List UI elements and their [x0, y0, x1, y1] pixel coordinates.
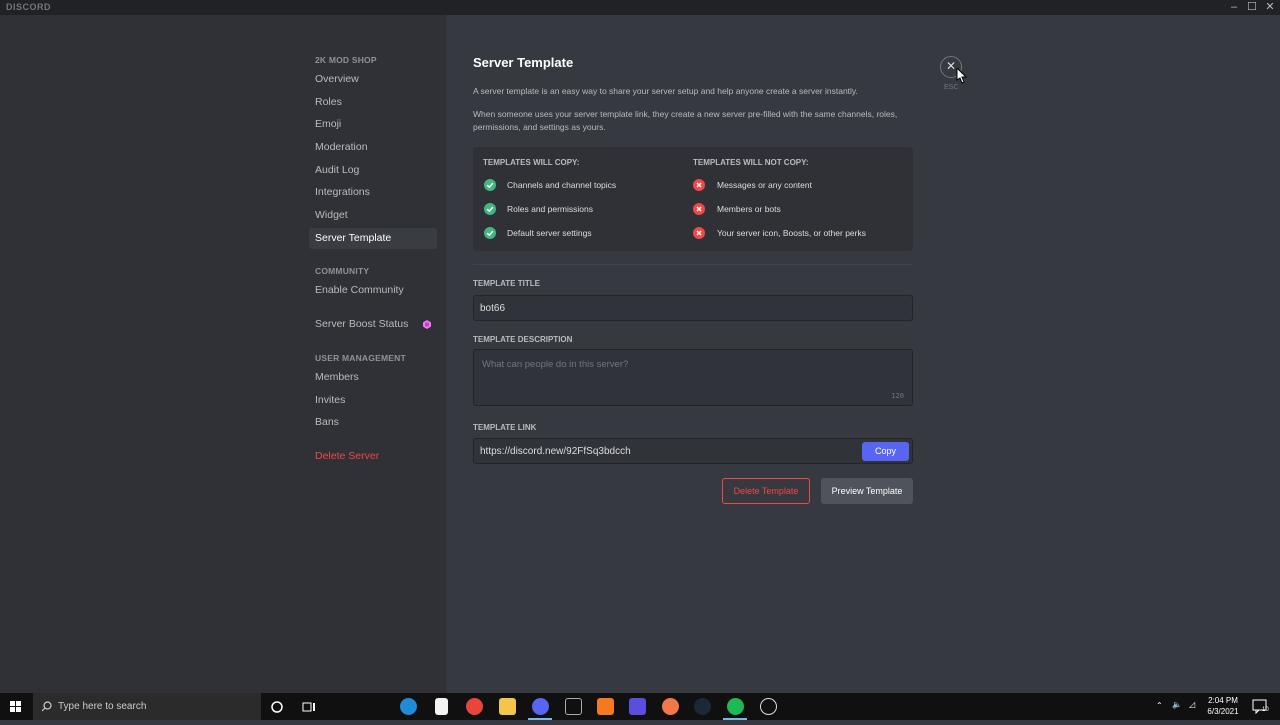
character-counter: 120 [891, 392, 904, 400]
file-icon[interactable] [435, 698, 448, 715]
sidebar-item-roles[interactable]: Roles [309, 92, 437, 113]
template-detail-text: When someone uses your server template l… [473, 109, 898, 132]
discord-icon[interactable] [532, 698, 549, 715]
x-icon [693, 203, 705, 215]
chrome-icon[interactable] [466, 698, 483, 715]
taskbar-clock[interactable]: 2:04 PM 6/3/2021 [1200, 695, 1246, 717]
obs-icon[interactable] [760, 698, 777, 715]
sidebar-item-integrations[interactable]: Integrations [309, 182, 437, 203]
epic-games-icon[interactable] [565, 698, 582, 715]
sidebar-item-label: Server Boost Status [315, 318, 409, 330]
will-not-copy-item: Messages or any content [717, 180, 812, 190]
will-not-copy-heading: TEMPLATES WILL NOT COPY: [693, 158, 809, 167]
windows-logo-icon [10, 701, 21, 712]
app-brand: DISCORD [6, 2, 52, 12]
window-close-icon[interactable]: ✕ [1261, 0, 1279, 15]
sidebar-item-delete-server[interactable]: Delete Server [309, 446, 437, 467]
x-icon [693, 179, 705, 191]
network-icon[interactable]: ◿ [1189, 700, 1195, 709]
sidebar-item-widget[interactable]: Widget [309, 205, 437, 226]
preview-template-button[interactable]: Preview Template [821, 478, 913, 504]
copy-link-button[interactable]: Copy [862, 442, 909, 461]
check-icon [484, 203, 496, 215]
windows-taskbar: Type here to search ⌃ 🔈 ◿ 2:04 PM 6/3/20… [0, 693, 1280, 720]
delete-template-button[interactable]: Delete Template [722, 478, 810, 504]
steam-icon[interactable] [694, 698, 711, 715]
will-copy-item: Channels and channel topics [507, 180, 617, 190]
community-header: COMMUNITY [315, 266, 370, 276]
search-placeholder: Type here to search [58, 701, 147, 712]
will-not-copy-item: Members or bots [717, 204, 781, 214]
volume-icon[interactable]: 🔈 [1172, 700, 1182, 709]
will-copy-heading: TEMPLATES WILL COPY: [483, 158, 580, 167]
sidebar-item-invites[interactable]: Invites [309, 390, 437, 411]
template-link-text: https://discord.new/92FfSq3bdcch [480, 446, 631, 457]
template-link-field[interactable]: https://discord.new/92FfSq3bdcch Copy [473, 438, 913, 464]
sidebar-item-enable-community[interactable]: Enable Community [309, 280, 437, 301]
maximize-icon[interactable]: ☐ [1243, 0, 1261, 15]
boost-gem-icon [423, 320, 431, 329]
taskbar-search-box[interactable]: Type here to search [33, 693, 261, 720]
minimize-icon[interactable]: – [1225, 0, 1243, 15]
sidebar-item-members[interactable]: Members [309, 367, 437, 388]
section-divider [473, 264, 913, 265]
webstorm-icon[interactable] [629, 698, 646, 715]
sidebar-item-audit-log[interactable]: Audit Log [309, 160, 437, 181]
server-name-header: 2K MOD SHOP [315, 55, 377, 65]
page-title: Server Template [473, 55, 574, 70]
description-placeholder: What can people do in this server? [482, 359, 629, 370]
clock-date: 6/3/2021 [1207, 707, 1239, 716]
task-view-icon[interactable] [302, 700, 316, 714]
file-explorer-icon[interactable] [499, 698, 516, 715]
template-description-label: TEMPLATE DESCRIPTION [473, 335, 573, 344]
will-copy-item: Roles and permissions [507, 204, 593, 214]
user-management-header: USER MANAGEMENT [315, 353, 406, 363]
start-button[interactable] [0, 693, 32, 720]
sidebar-item-moderation[interactable]: Moderation [309, 137, 437, 158]
swirl-app-icon[interactable] [662, 698, 679, 715]
edge-icon[interactable] [400, 698, 417, 715]
search-icon [41, 701, 52, 712]
window-titlebar: DISCORD – ☐ ✕ [0, 0, 1280, 15]
esc-label: ESC [944, 84, 959, 91]
check-icon [484, 179, 496, 191]
check-icon [484, 227, 496, 239]
will-copy-item: Default server settings [507, 228, 592, 238]
template-link-label: TEMPLATE LINK [473, 423, 537, 432]
chevron-up-icon[interactable]: ⌃ [1156, 701, 1163, 710]
will-not-copy-item: Your server icon, Boosts, or other perks [717, 228, 866, 238]
mouse-cursor-icon [956, 68, 967, 84]
template-intro-text: A server template is an easy way to shar… [473, 86, 858, 96]
sidebar-item-bans[interactable]: Bans [309, 412, 437, 433]
template-description-input[interactable]: What can people do in this server? 120 [473, 349, 913, 406]
app-a-icon[interactable] [597, 698, 614, 715]
sidebar-item-overview[interactable]: Overview [309, 69, 437, 90]
template-title-label: TEMPLATE TITLE [473, 279, 540, 288]
cortana-icon[interactable] [270, 700, 284, 714]
sidebar-item-server-boost-status[interactable]: Server Boost Status [309, 314, 437, 335]
clock-time: 2:04 PM [1208, 696, 1238, 705]
notification-count: 10 [1262, 707, 1269, 713]
sidebar-item-server-template[interactable]: Server Template [309, 228, 437, 249]
x-icon [693, 227, 705, 239]
template-title-input[interactable] [473, 295, 913, 321]
spotify-icon[interactable] [727, 698, 744, 715]
sidebar-item-emoji[interactable]: Emoji [309, 114, 437, 135]
